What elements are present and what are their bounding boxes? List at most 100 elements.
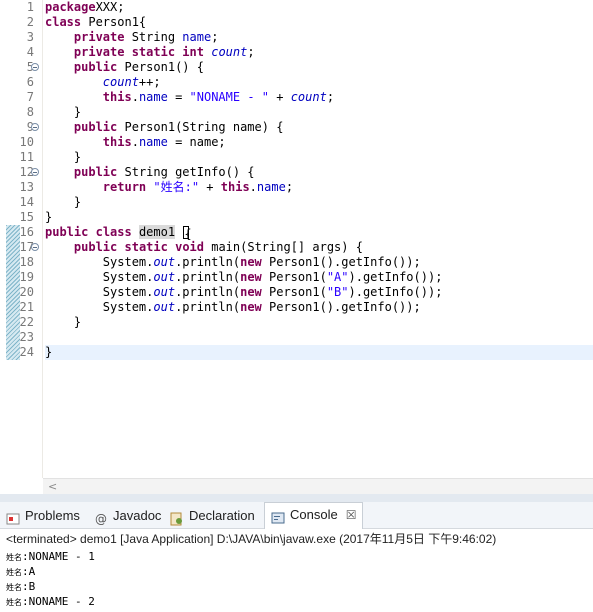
keyword-token: static	[124, 240, 168, 254]
line-number: 23	[19, 330, 34, 344]
code-text: public Person1() {	[45, 60, 204, 75]
code-line[interactable]: 24}	[0, 345, 593, 360]
console-icon	[271, 509, 285, 524]
fold-collapse-icon[interactable]	[31, 243, 39, 251]
keyword-token: this	[220, 180, 250, 194]
panel-splitter[interactable]	[0, 494, 593, 502]
horizontal-scrollbar[interactable]: <	[43, 478, 593, 495]
tab-declaration[interactable]: Declaration	[170, 504, 255, 528]
keyword-token: class	[45, 15, 82, 29]
code-token: +	[199, 180, 221, 194]
code-text: return "姓名:" + this.name;	[45, 180, 293, 195]
code-text: System.out.println(new Person1().getInfo…	[45, 300, 421, 315]
code-token: ).getInfo());	[348, 270, 443, 284]
output-text: :NONAME - 2	[22, 595, 95, 608]
line-number: 4	[26, 45, 34, 59]
line-number: 16	[19, 225, 34, 239]
code-token: Person1(	[261, 270, 327, 284]
keyword-token: public	[73, 165, 118, 179]
code-line[interactable]: 5 public Person1() {	[0, 60, 593, 75]
code-token: main(String[] args) {	[204, 240, 363, 254]
code-line[interactable]: 15}	[0, 210, 593, 225]
code-line[interactable]: 13 return "姓名:" + this.name;	[0, 180, 593, 195]
line-number: 22	[19, 315, 34, 329]
code-text: this.name = name;	[45, 135, 226, 150]
field-token: name	[138, 90, 168, 104]
console-view[interactable]: <terminated> demo1 [Java Application] D:…	[0, 529, 593, 612]
code-line[interactable]: 19 System.out.println(new Person1("A").g…	[0, 270, 593, 285]
code-line[interactable]: 4 private static int count;	[0, 45, 593, 60]
code-line[interactable]: 2 class Person1{	[0, 15, 593, 30]
bracket-match-box: {	[183, 226, 192, 241]
code-line[interactable]: 7 this.name = "NONAME - " + count;	[0, 90, 593, 105]
code-token: }	[45, 105, 82, 119]
code-token: Person1(String name) {	[117, 120, 284, 134]
code-line[interactable]: 20 System.out.println(new Person1("B").g…	[0, 285, 593, 300]
fold-collapse-icon[interactable]	[31, 123, 39, 131]
code-line[interactable]: 21 System.out.println(new Person1().getI…	[0, 300, 593, 315]
output-prefix: 姓名	[6, 553, 22, 562]
field-token: count	[290, 90, 327, 104]
code-line[interactable]: 6 count++;	[0, 75, 593, 90]
keyword-token: this	[102, 135, 132, 149]
keyword-token: public	[73, 120, 118, 134]
scroll-left-icon[interactable]: <	[48, 480, 57, 493]
code-token: String getInfo() {	[117, 165, 255, 179]
console-output-line: 姓名:NONAME - 1	[6, 549, 95, 565]
code-line[interactable]: 8 }	[0, 105, 593, 120]
code-line[interactable]: 12 public String getInfo() {	[0, 165, 593, 180]
tab-console[interactable]: Console ☒	[264, 502, 364, 530]
code-text: }	[45, 195, 81, 210]
keyword-token: private	[73, 45, 125, 59]
code-line[interactable]: 1 packageXXX;	[0, 0, 593, 15]
output-text: :A	[22, 565, 36, 578]
code-line[interactable]: 14 }	[0, 195, 593, 210]
keyword-token: this	[102, 90, 132, 104]
code-editor[interactable]: 1 packageXXX; 2 class Person1{3 private Str…	[0, 0, 593, 478]
code-text: System.out.println(new Person1("B").getI…	[45, 285, 443, 300]
code-line[interactable]: 11 }	[0, 150, 593, 165]
output-prefix: 姓名	[6, 583, 22, 592]
line-number: 7	[26, 90, 34, 104]
line-number: 8	[26, 105, 34, 119]
line-number: 14	[19, 195, 34, 209]
keyword-token: new	[240, 285, 262, 299]
field-token: name	[138, 135, 168, 149]
code-text: this.name = "NONAME - " + count;	[45, 90, 334, 105]
tab-javadoc[interactable]: @ Javadoc	[94, 504, 161, 528]
tab-problems[interactable]: Problems	[6, 504, 80, 528]
fold-collapse-icon[interactable]	[31, 63, 39, 71]
code-line[interactable]: 3 private String name;	[0, 30, 593, 45]
code-line[interactable]: 18 System.out.println(new Person1().getI…	[0, 255, 593, 270]
code-line[interactable]: 22 }	[0, 315, 593, 330]
console-output-line: 姓名:NONAME - 2	[6, 594, 95, 610]
code-line[interactable]: 9 public Person1(String name) {	[0, 120, 593, 135]
tab-label: Console	[290, 507, 338, 522]
keyword-token: public	[73, 240, 118, 254]
declaration-icon	[170, 510, 184, 526]
code-token: =	[167, 90, 190, 104]
console-output-line: 姓名:A	[6, 564, 35, 580]
tab-label: Problems	[25, 508, 80, 523]
code-line[interactable]: 16 public class demo1 {	[0, 225, 593, 241]
fold-collapse-icon[interactable]	[31, 168, 39, 176]
code-token: Person1().getInfo());	[261, 255, 421, 269]
code-line[interactable]: 10 this.name = name;	[0, 135, 593, 150]
tab-label: Declaration	[189, 508, 255, 523]
code-line[interactable]: 23	[0, 330, 593, 345]
line-number: 2	[26, 15, 34, 29]
code-token: String	[124, 30, 183, 44]
keyword-token: void	[175, 240, 204, 254]
line-number: 13	[19, 180, 34, 194]
field-token: out	[153, 270, 176, 284]
close-icon[interactable]: ☒	[346, 508, 357, 522]
output-prefix: 姓名	[6, 568, 22, 577]
code-text: public Person1(String name) {	[45, 120, 284, 135]
code-line[interactable]: 17 public static void main(String[] args…	[0, 240, 593, 255]
